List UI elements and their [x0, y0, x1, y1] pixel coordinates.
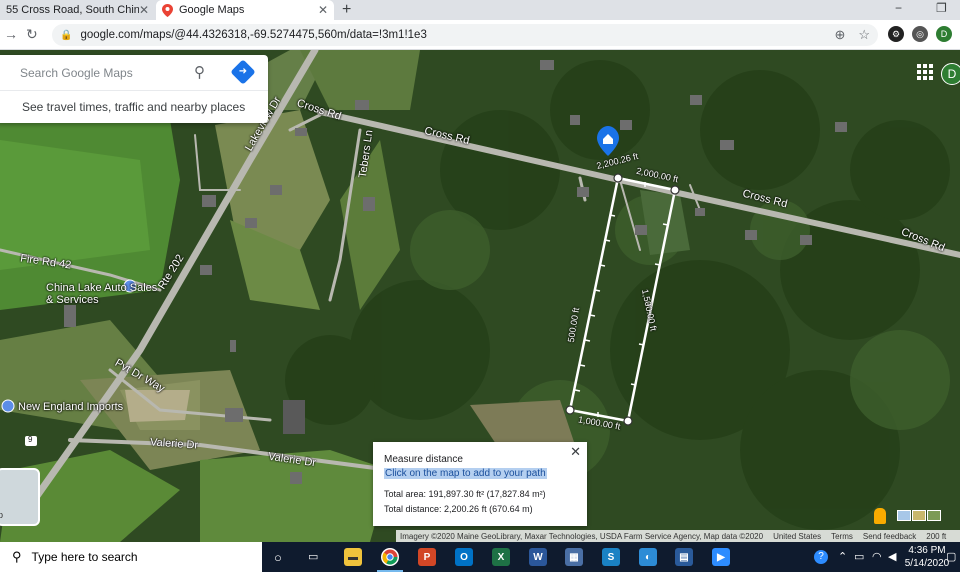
app-icon[interactable]: S	[602, 548, 620, 566]
browser-address-bar: → ↻ 🔒 google.com/maps/@44.4326318,-69.52…	[0, 20, 960, 50]
imagery-credit: Imagery ©2020 Maine GeoLibrary, Maxar Te…	[400, 531, 764, 541]
minimize-icon[interactable]: −	[895, 1, 902, 15]
windows-taskbar: ⚲ Type here to search ○ ▭ ▬ P O X W ▦ S …	[0, 542, 960, 572]
zoom-icon[interactable]: ▶	[712, 548, 730, 566]
chrome-icon[interactable]	[381, 548, 399, 566]
country-link[interactable]: United States	[773, 532, 821, 541]
volume-icon[interactable]: ◀	[888, 550, 896, 563]
file-explorer-icon[interactable]: ▬	[344, 548, 362, 566]
poi-china-lake-auto[interactable]: China Lake Auto Sales & Services	[46, 282, 166, 306]
terms-link[interactable]: Terms	[831, 532, 853, 541]
taskbar-search[interactable]: ⚲ Type here to search	[0, 542, 262, 572]
layer-thumb-icon[interactable]	[927, 510, 941, 521]
notification-icon[interactable]: ▢	[946, 550, 956, 563]
chevron-up-icon[interactable]: ⌃	[838, 550, 847, 563]
tab-close-icon[interactable]: ✕	[318, 3, 328, 17]
close-icon[interactable]: ✕	[570, 444, 581, 460]
pegman-street-view-icon[interactable]	[874, 508, 886, 524]
maps-search-box: Search Google Maps ⚲ ➜ See travel times,…	[0, 55, 268, 123]
send-feedback-link[interactable]: Send feedback	[863, 532, 916, 541]
maximize-icon[interactable]: ❐	[936, 1, 947, 15]
excel-icon[interactable]: X	[492, 548, 510, 566]
outlook-icon[interactable]: O	[455, 548, 473, 566]
divider	[0, 90, 268, 91]
network-icon[interactable]: ▭	[854, 550, 864, 563]
measure-total-distance: Total distance: 2,200.26 ft (670.64 m)	[384, 504, 533, 514]
browser-profile-avatar[interactable]: D	[936, 26, 952, 42]
app-icon[interactable]: ◐	[639, 548, 657, 566]
tab-title: 55 Cross Road, South China, ME 0	[6, 4, 139, 16]
app-icon[interactable]: ▤	[675, 548, 693, 566]
browser-tab-bar: 55 Cross Road, South China, ME 0 ✕ Googl…	[0, 0, 960, 20]
tab-google-maps[interactable]: Google Maps ✕	[156, 0, 334, 20]
bookmark-star-icon[interactable]: ☆	[858, 27, 870, 43]
layer-thumbnails[interactable]	[897, 510, 941, 521]
url-omnibox[interactable]: 🔒 google.com/maps/@44.4326318,-69.527447…	[52, 24, 878, 46]
minimap-label: p	[0, 510, 4, 520]
search-icon: ⚲	[12, 549, 22, 564]
layer-thumb-icon[interactable]	[897, 510, 911, 521]
measure-distance-panel: Measure distance Click on the map to add…	[373, 442, 587, 526]
tab-title: Google Maps	[179, 4, 245, 16]
search-subtext[interactable]: See travel times, traffic and nearby pla…	[22, 100, 245, 114]
measure-total-area: Total area: 191,897.30 ft² (17,827.84 m²…	[384, 489, 546, 499]
wifi-icon[interactable]: ◠	[872, 550, 882, 563]
extension-icon[interactable]: ⚙	[888, 26, 904, 42]
route-9-shield: 9	[28, 435, 33, 444]
directions-icon[interactable]: ➜	[230, 59, 256, 85]
url-text: google.com/maps/@44.4326318,-69.5274475,…	[80, 29, 427, 41]
cortana-icon[interactable]: ○	[274, 550, 282, 565]
taskbar-search-placeholder: Type here to search	[31, 550, 138, 564]
search-icon[interactable]: ⚲	[194, 63, 205, 81]
poi-new-england-imports[interactable]: New England Imports	[18, 401, 148, 413]
search-input[interactable]: Search Google Maps	[20, 66, 133, 80]
extension-icon[interactable]: ◎	[912, 26, 928, 42]
help-icon[interactable]: ?	[814, 550, 828, 564]
location-icon[interactable]: ⊕	[834, 27, 845, 43]
google-maps-favicon-icon	[162, 3, 173, 17]
map-type-toggle[interactable]: p	[0, 468, 40, 526]
apps-grid-icon[interactable]	[917, 64, 933, 80]
reload-icon[interactable]: ↻	[26, 26, 38, 43]
word-icon[interactable]: W	[529, 548, 547, 566]
measure-hint: Click on the map to add to your path	[384, 468, 547, 479]
tab-close-icon[interactable]: ✕	[139, 3, 149, 17]
back-arrow-icon[interactable]: →	[4, 26, 18, 42]
account-avatar[interactable]: D	[941, 63, 960, 85]
task-view-icon[interactable]: ▭	[308, 550, 318, 563]
powerpoint-icon[interactable]: P	[418, 548, 436, 566]
new-tab-button[interactable]: +	[342, 1, 351, 19]
measure-title: Measure distance	[384, 454, 463, 465]
lock-icon: 🔒	[60, 29, 73, 41]
app-icon[interactable]: ▦	[565, 548, 583, 566]
scale-bar[interactable]: 200 ft	[926, 532, 946, 541]
tab-cross-road[interactable]: 55 Cross Road, South China, ME 0 ✕	[0, 0, 155, 20]
map-footer: Imagery ©2020 Maine GeoLibrary, Maxar Te…	[396, 530, 960, 542]
layer-thumb-icon[interactable]	[912, 510, 926, 521]
